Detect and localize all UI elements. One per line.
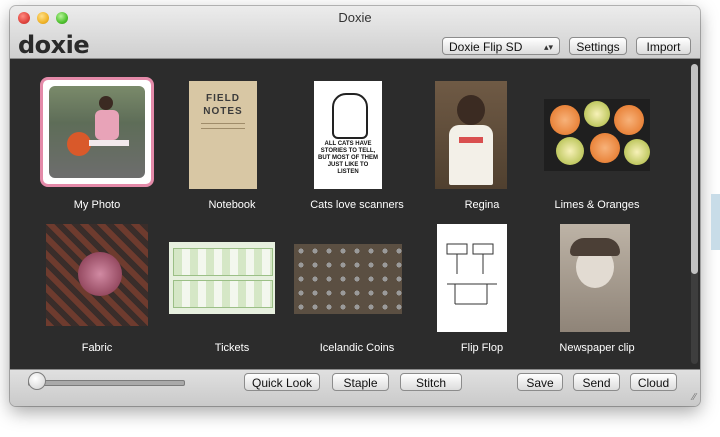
scan-label: Flip Flop xyxy=(460,342,504,354)
scrollbar-thumb[interactable] xyxy=(691,64,698,274)
scan-label: Notebook xyxy=(208,199,256,211)
scan-item-tickets[interactable]: Tickets xyxy=(169,212,295,354)
scan-thumbnail[interactable] xyxy=(169,242,275,314)
doxie-window: Doxie doxie Doxie Flip SD ▴▾ Settings Im… xyxy=(10,6,700,406)
notebook-cover-text-2: NOTES xyxy=(203,106,243,117)
quick-look-button[interactable]: Quick Look xyxy=(244,373,320,391)
scan-item-my-photo[interactable]: My Photo xyxy=(34,69,160,211)
scan-item-notebook[interactable]: FIELD NOTES Notebook xyxy=(169,69,295,211)
scan-label: Regina xyxy=(464,199,500,211)
cat-poster-text: ALL CATS HAVE STORIES TO TELL, BUT MOST … xyxy=(318,141,378,175)
circuit-diagram-icon xyxy=(446,243,497,305)
notebook-cover-text-1: FIELD xyxy=(206,93,240,104)
scan-label: Tickets xyxy=(214,342,250,354)
scan-item-newspaper-clip[interactable]: Newspaper clip xyxy=(534,212,660,354)
scan-label: Newspaper clip xyxy=(559,342,635,354)
scan-thumbnail[interactable]: ALL CATS HAVE STORIES TO TELL, BUT MOST … xyxy=(314,81,382,189)
title-bar: Doxie doxie Doxie Flip SD ▴▾ Settings Im… xyxy=(10,6,700,59)
scan-item-fabric[interactable]: Fabric xyxy=(34,212,160,354)
photo-image xyxy=(457,95,485,125)
scan-thumbnail[interactable] xyxy=(435,81,507,189)
scan-grid: My Photo FIELD NOTES Notebook ALL CATS H… xyxy=(10,59,700,369)
settings-button[interactable]: Settings xyxy=(569,37,627,55)
resize-grip-icon[interactable]: ∕∕ xyxy=(693,392,696,403)
cloud-button[interactable]: Cloud xyxy=(630,373,677,391)
scan-item-limes-oranges[interactable]: Limes & Oranges xyxy=(534,69,660,211)
zoom-slider-knob[interactable] xyxy=(28,372,46,390)
stitch-button[interactable]: Stitch xyxy=(400,373,462,391)
scan-label: Fabric xyxy=(81,342,113,354)
scan-thumbnail[interactable]: FIELD NOTES xyxy=(189,81,257,189)
scan-item-regina[interactable]: Regina xyxy=(419,69,545,211)
staple-button[interactable]: Staple xyxy=(332,373,389,391)
window-title: Doxie xyxy=(338,10,372,25)
scan-item-flip-flop[interactable]: Flip Flop xyxy=(419,212,545,354)
scan-thumbnail[interactable] xyxy=(40,77,154,187)
photo-image xyxy=(49,86,145,178)
scan-label: Cats love scanners xyxy=(310,199,404,211)
scan-thumbnail[interactable] xyxy=(560,224,630,332)
save-button[interactable]: Save xyxy=(517,373,563,391)
import-button[interactable]: Import xyxy=(636,37,691,55)
scan-item-cats-love-scanners[interactable]: ALL CATS HAVE STORIES TO TELL, BUT MOST … xyxy=(294,69,420,211)
cat-drawing-icon xyxy=(332,93,368,139)
scan-label: Limes & Oranges xyxy=(554,199,640,211)
scan-thumbnail[interactable] xyxy=(437,224,507,332)
doxie-logo: doxie xyxy=(18,31,90,59)
device-select[interactable]: Doxie Flip SD ▴▾ xyxy=(442,37,560,55)
device-select-value: Doxie Flip SD xyxy=(449,40,523,54)
zoom-slider[interactable] xyxy=(28,380,185,386)
scan-label: Icelandic Coins xyxy=(319,342,395,354)
scan-thumbnail[interactable] xyxy=(544,99,650,171)
scan-thumbnail[interactable] xyxy=(46,224,148,326)
scan-item-icelandic-coins[interactable]: Icelandic Coins xyxy=(294,212,420,354)
edge-tab xyxy=(711,194,720,250)
send-button[interactable]: Send xyxy=(573,373,620,391)
scan-label: My Photo xyxy=(73,199,121,211)
select-arrows-icon: ▴▾ xyxy=(543,42,553,52)
scan-thumbnail[interactable] xyxy=(294,244,402,314)
